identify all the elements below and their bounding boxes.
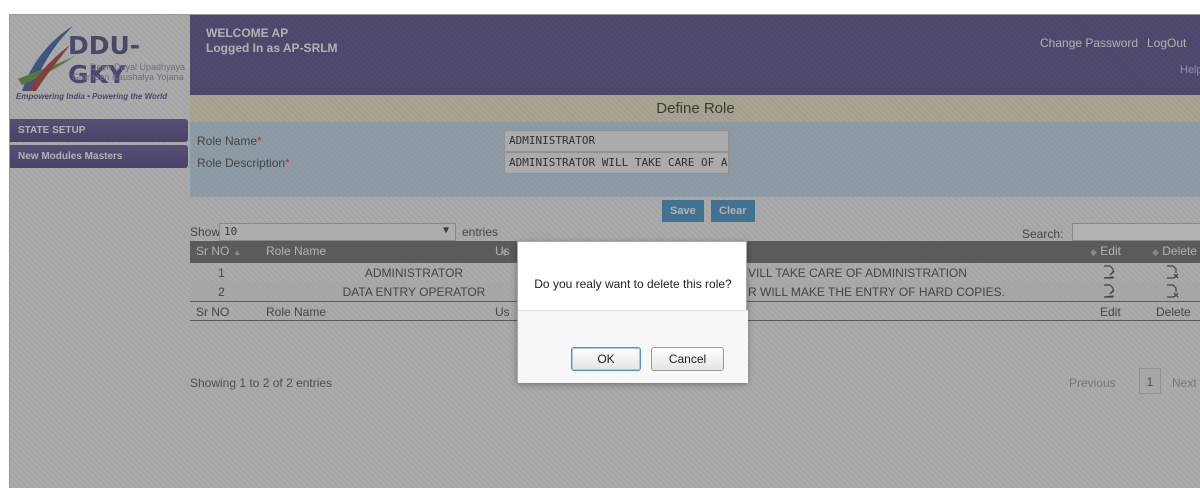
dialog-divider bbox=[518, 310, 748, 311]
confirm-delete-dialog: Do you realy want to delete this role? O… bbox=[517, 241, 748, 383]
app-window: DDU-GKY Deen Dayal Upadhyaya Grameen Kau… bbox=[9, 14, 1200, 488]
cancel-button[interactable]: Cancel bbox=[651, 347, 724, 371]
dialog-message: Do you realy want to delete this role? bbox=[534, 277, 732, 291]
ok-button[interactable]: OK bbox=[571, 347, 641, 371]
